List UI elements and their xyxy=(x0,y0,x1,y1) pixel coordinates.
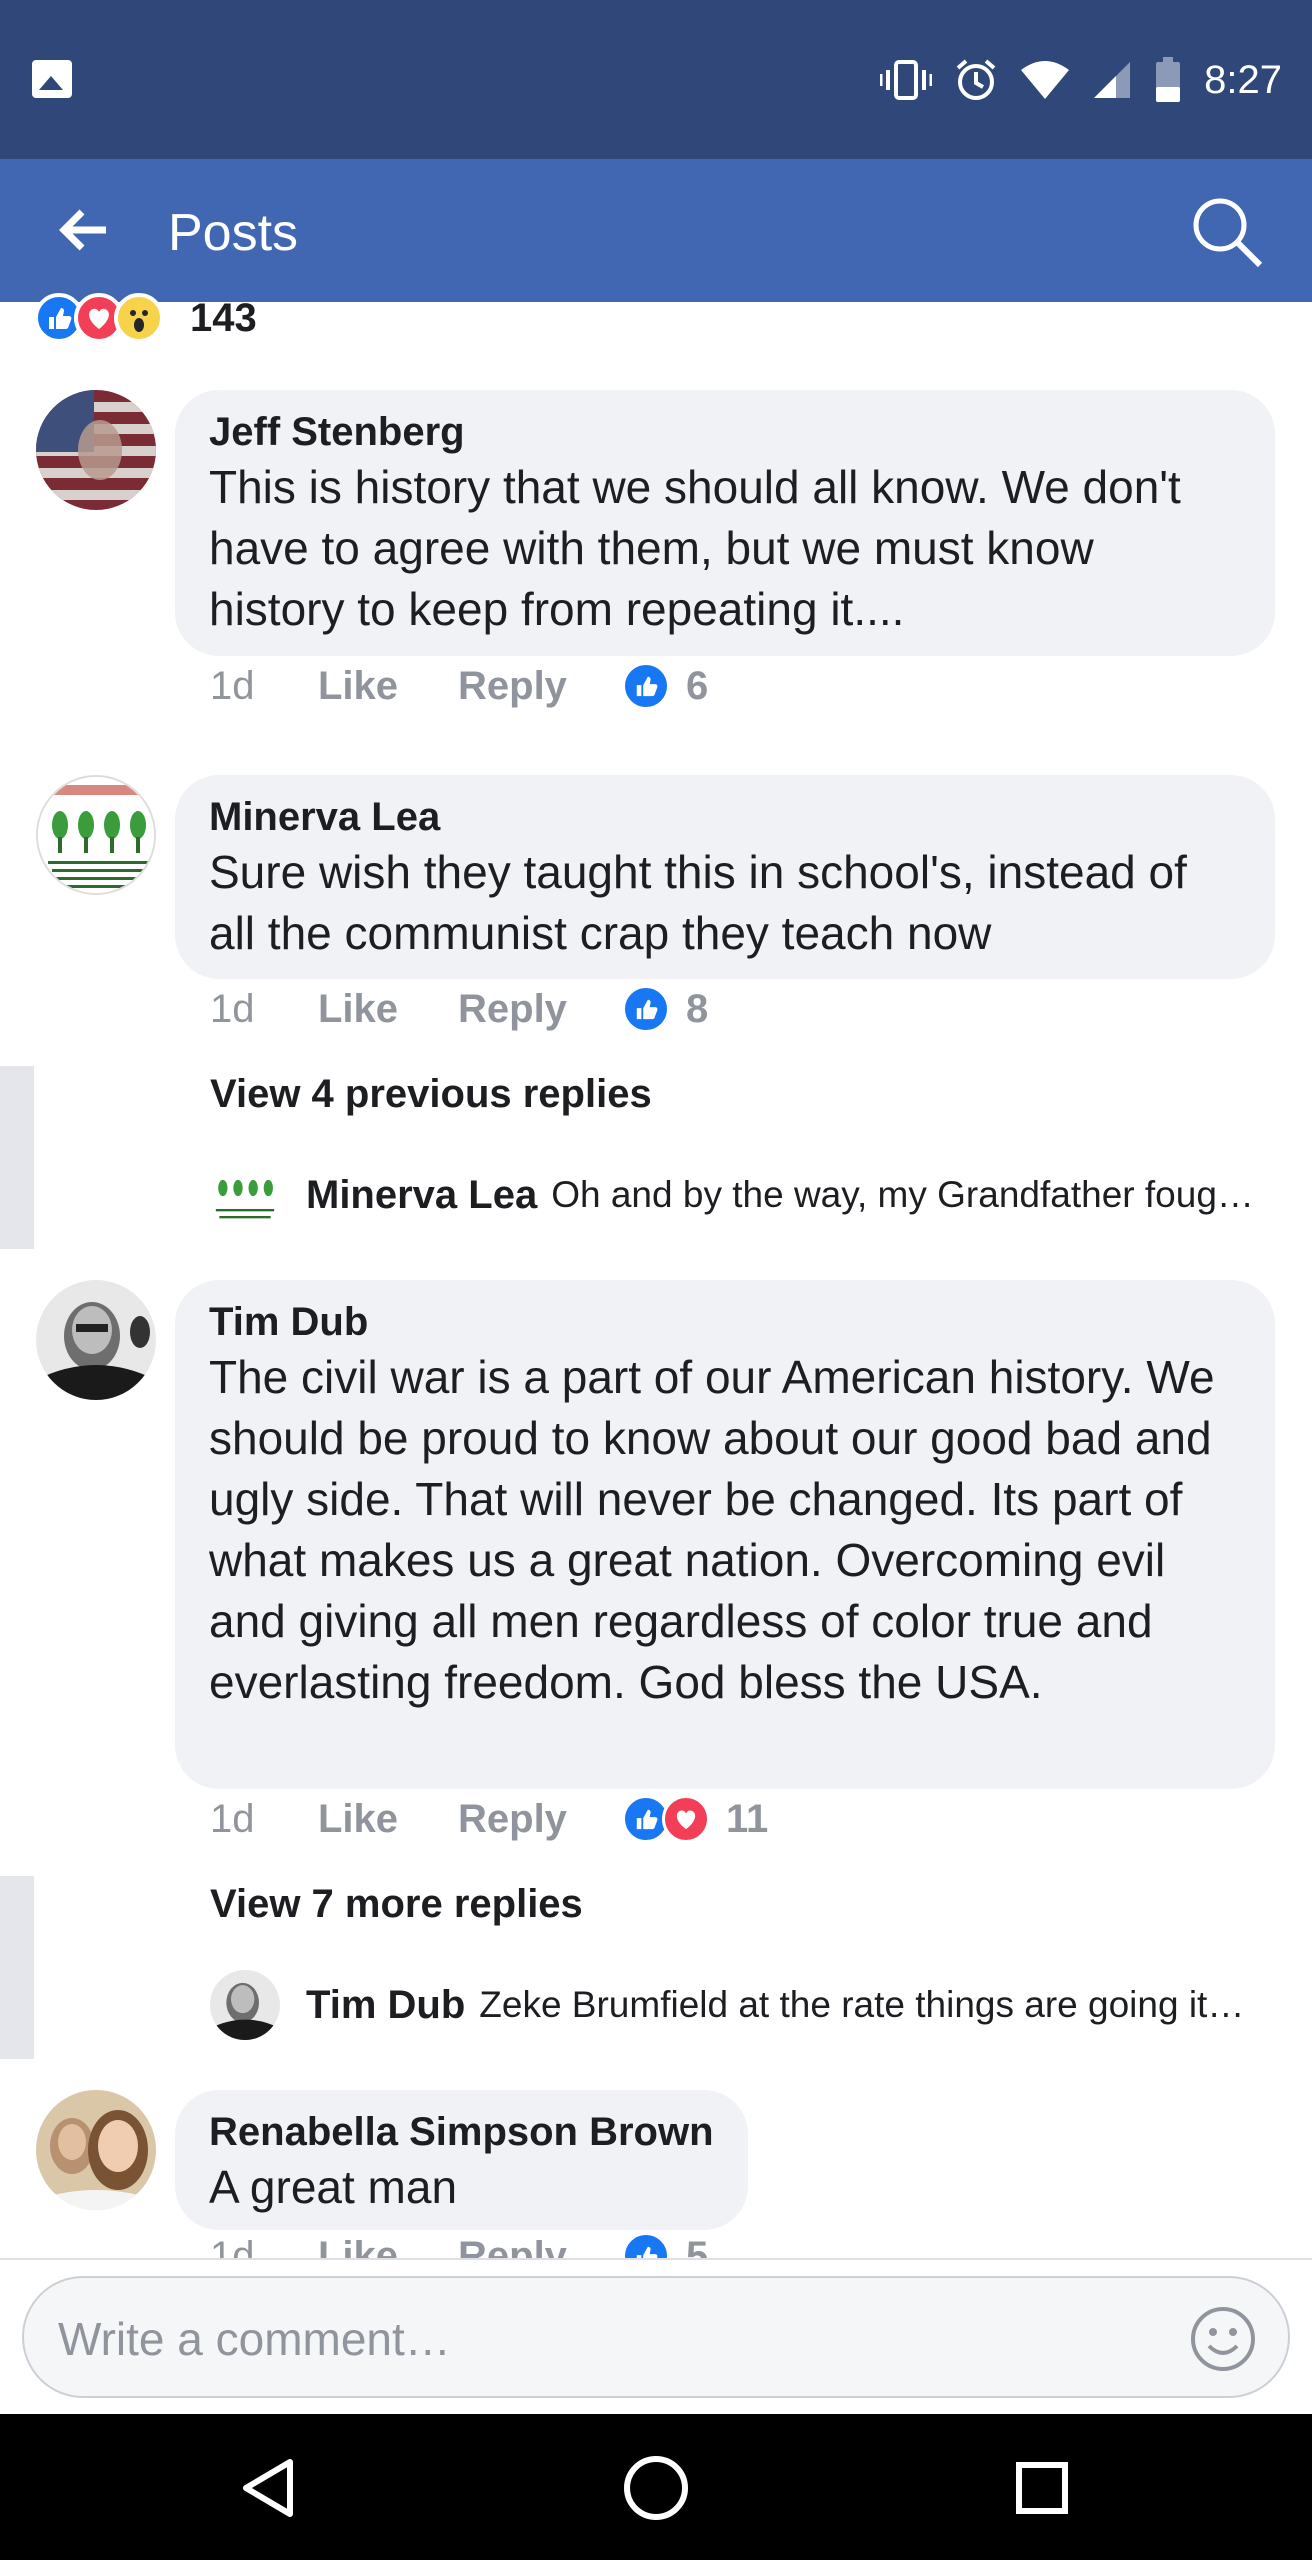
nav-back-button[interactable] xyxy=(228,2448,308,2528)
wifi-icon xyxy=(1021,61,1070,99)
comment-time[interactable]: 1d xyxy=(210,664,318,709)
search-button[interactable] xyxy=(1182,189,1272,275)
like-button[interactable]: Like xyxy=(318,664,458,709)
comment-actions: 1d Like Reply 8 xyxy=(210,981,708,1037)
comment-time[interactable]: 1d xyxy=(210,987,318,1032)
avatar[interactable] xyxy=(36,1280,156,1400)
view-more-replies-link[interactable]: View 7 more replies xyxy=(210,1882,583,1927)
page-title: Posts xyxy=(168,204,299,262)
avatar[interactable] xyxy=(36,390,156,510)
avatar[interactable] xyxy=(210,1970,280,2040)
comment-actions: 1d Like Reply 11 xyxy=(210,1791,768,1847)
comment-bubble[interactable]: Jeff Stenberg This is history that we sh… xyxy=(175,390,1275,656)
comment-author[interactable]: Jeff Stenberg xyxy=(209,410,1241,455)
reply-author[interactable]: Tim Dub xyxy=(306,1983,465,2028)
signal-icon xyxy=(1094,62,1131,98)
emoji-icon[interactable] xyxy=(1190,2306,1256,2372)
comment-text: The civil war is a part of our American … xyxy=(209,1351,1215,1708)
like-button[interactable]: Like xyxy=(318,987,458,1032)
comment-text: This is history that we should all know.… xyxy=(209,461,1181,635)
reply-preview[interactable]: Tim Dub Zeke Brumfield at the rate thing… xyxy=(210,1970,1244,2040)
avatar[interactable] xyxy=(36,2090,156,2210)
comment-text: A great man xyxy=(209,2161,458,2213)
reply-text: Zeke Brumfield at the rate things are go… xyxy=(479,1984,1245,2025)
gallery-notification-icon xyxy=(32,60,72,98)
reply-button[interactable]: Reply xyxy=(458,664,622,709)
comment-text: Sure wish they taught this in school's, … xyxy=(209,846,1187,959)
comment-composer-area: Write a comment… xyxy=(0,2258,1312,2414)
reaction-count[interactable]: 8 xyxy=(686,987,708,1032)
nav-recents-icon xyxy=(1016,2462,1068,2514)
like-icon xyxy=(622,662,670,710)
reactions-summary[interactable]: 143 xyxy=(34,290,257,346)
comment-author[interactable]: Tim Dub xyxy=(209,1300,1241,1345)
reaction-count[interactable]: 11 xyxy=(726,1797,768,1842)
alarm-icon xyxy=(956,59,996,100)
nav-back-icon xyxy=(243,2459,293,2517)
comment-author[interactable]: Renabella Simpson Brown xyxy=(209,2110,714,2155)
status-time: 8:27 xyxy=(1204,57,1282,102)
system-nav-bar xyxy=(0,2414,1312,2560)
battery-icon xyxy=(1156,57,1181,102)
back-arrow-icon xyxy=(59,209,106,251)
nav-home-button[interactable] xyxy=(616,2448,696,2528)
comment-bubble[interactable]: Tim Dub The civil war is a part of our A… xyxy=(175,1280,1275,1789)
nav-recents-button[interactable] xyxy=(1002,2448,1082,2528)
status-icons: 8:27 xyxy=(880,50,1282,110)
avatar[interactable] xyxy=(210,1160,280,1230)
reply-author[interactable]: Minerva Lea xyxy=(306,1173,537,1218)
search-icon xyxy=(1193,198,1263,268)
view-previous-replies-link[interactable]: View 4 previous replies xyxy=(210,1072,652,1117)
reply-preview[interactable]: Minerva Lea Oh and by the way, my Grandf… xyxy=(210,1160,1254,1230)
thread-indicator xyxy=(0,1876,34,2059)
nav-home-icon xyxy=(624,2456,688,2520)
comment-author[interactable]: Minerva Lea xyxy=(209,795,1241,840)
love-icon xyxy=(662,1795,710,1843)
reply-button[interactable]: Reply xyxy=(458,987,622,1032)
reaction-count[interactable]: 143 xyxy=(190,296,257,341)
app-bar: Posts xyxy=(0,159,1312,302)
back-button[interactable] xyxy=(44,195,124,265)
status-bar: 8:27 xyxy=(0,0,1312,159)
thread-indicator xyxy=(0,1066,34,1249)
comment-time[interactable]: 1d xyxy=(210,1797,318,1842)
like-icon xyxy=(622,985,670,1033)
reply-text: Oh and by the way, my Grandfather foug… xyxy=(551,1174,1254,1215)
wow-icon xyxy=(114,293,164,343)
comment-input-placeholder: Write a comment… xyxy=(58,2313,451,2365)
reaction-count[interactable]: 6 xyxy=(686,664,708,709)
avatar[interactable] xyxy=(36,775,156,895)
reply-button[interactable]: Reply xyxy=(458,1797,622,1842)
vibrate-icon xyxy=(880,60,933,100)
like-button[interactable]: Like xyxy=(318,1797,458,1842)
comment-actions: 1d Like Reply 6 xyxy=(210,658,708,714)
comment-bubble[interactable]: Minerva Lea Sure wish they taught this i… xyxy=(175,775,1275,979)
comment-bubble[interactable]: Renabella Simpson Brown A great man xyxy=(175,2090,748,2230)
comment-input[interactable]: Write a comment… xyxy=(22,2276,1290,2398)
